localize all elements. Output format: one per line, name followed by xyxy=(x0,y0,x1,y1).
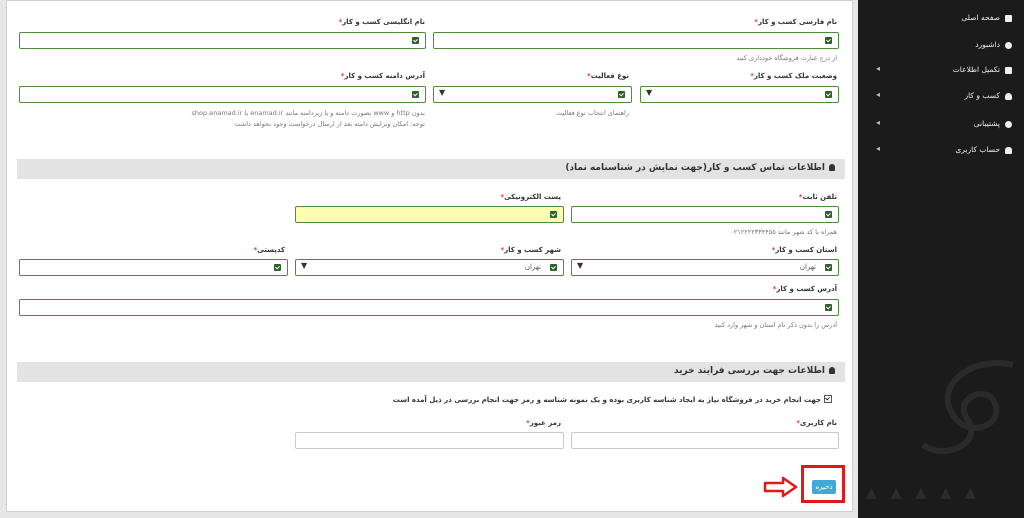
chevron-left-icon: ◂ xyxy=(876,144,881,153)
password-input[interactable] xyxy=(295,432,564,449)
dropdown-arrow-icon: ▼ xyxy=(439,88,446,97)
province-label: استان کسب و کار* xyxy=(771,246,837,254)
sidebar-item-support[interactable]: پشتیبانی ◂ xyxy=(858,114,1024,136)
postal-code-input[interactable] xyxy=(19,259,288,276)
arrow-right-icon xyxy=(763,476,798,498)
phone-help: همراه با کد شهر مانند ۰۲۱۲۲۲۲۳۳۴۴۵۵ xyxy=(730,228,837,236)
valid-check-icon xyxy=(412,91,419,98)
valid-check-icon xyxy=(825,304,832,311)
address-help: آدرس را بدون ذکر نام استان و شهر وارد کن… xyxy=(714,321,837,329)
valid-check-icon xyxy=(550,264,557,271)
chevron-left-icon: ◂ xyxy=(876,64,881,73)
email-input[interactable] xyxy=(295,206,564,223)
email-label: پست الکترونیکی* xyxy=(500,193,561,201)
ownership-label: وضعیت ملک کسب و کار* xyxy=(750,72,837,80)
persian-name-label: نام فارسی کسب و کار* xyxy=(754,18,837,26)
user-icon xyxy=(829,367,835,374)
valid-check-icon xyxy=(825,91,832,98)
user-icon xyxy=(829,164,835,171)
valid-check-icon xyxy=(412,37,419,44)
save-button[interactable]: ذخیره xyxy=(812,480,836,494)
valid-check-icon xyxy=(825,211,832,218)
sidebar-item-label: پشتیبانی xyxy=(973,119,1000,128)
ownership-select[interactable]: ▼ xyxy=(640,86,839,103)
phone-input[interactable] xyxy=(571,206,839,223)
valid-check-icon xyxy=(550,211,557,218)
valid-check-icon xyxy=(274,264,281,271)
domain-help: بدون http و www بصورت دامنه و یا زیردامن… xyxy=(191,109,425,117)
save-highlight-box: ذخیره xyxy=(801,465,845,503)
activity-label: نوع فعالیت* xyxy=(587,72,629,80)
valid-check-icon xyxy=(825,37,832,44)
password-label: رمز عبور* xyxy=(526,419,561,427)
address-input[interactable] xyxy=(19,299,839,316)
persian-name-input[interactable] xyxy=(433,32,839,49)
sidebar-item-label: صفحه اصلی xyxy=(961,13,1000,22)
sidebar-item-label: حساب کاربری xyxy=(955,145,1000,154)
contact-section-title: اطلاعات تماس کسب و کار(جهت نمایش در شناس… xyxy=(565,163,825,173)
support-icon xyxy=(1005,121,1012,128)
city-value: تهران xyxy=(524,263,541,271)
chevron-left-icon: ◂ xyxy=(876,118,881,127)
activity-help-link[interactable]: راهنمای انتخاب نوع فعالیت xyxy=(556,109,629,117)
sidebar-item-business[interactable]: کسب و کار ◂ xyxy=(858,86,1024,108)
domain-input[interactable] xyxy=(19,86,426,103)
username-input[interactable] xyxy=(571,432,839,449)
activity-select[interactable]: ▼ xyxy=(433,86,632,103)
decorative-arrows: ▲▲▲▲▲ xyxy=(866,485,990,501)
phone-label: تلفن ثابت* xyxy=(798,193,837,201)
postal-code-label: کدپستی* xyxy=(253,246,285,254)
city-label: شهر کسب و کار* xyxy=(500,246,561,254)
username-label: نام کاربری* xyxy=(796,419,837,427)
sidebar-item-label: تکمیل اطلاعات xyxy=(952,65,1000,74)
purchase-requirement-row[interactable]: جهت انجام خرید در فروشگاه نیاز به ایجاد … xyxy=(393,395,832,404)
main-panel: نام فارسی کسب و کار* از درج عبارت فروشگا… xyxy=(6,0,853,512)
valid-check-icon xyxy=(618,91,625,98)
sidebar-item-user-account[interactable]: حساب کاربری ◂ xyxy=(858,140,1024,162)
sidebar-item-home[interactable]: صفحه اصلی xyxy=(858,8,1024,30)
valid-check-icon xyxy=(825,264,832,271)
home-icon xyxy=(1005,15,1012,22)
english-name-label: نام انگلیسی کسب و کار* xyxy=(338,18,425,26)
sidebar: صفحه اصلی داشبورد تکمیل اطلاعات ◂ کسب و … xyxy=(858,0,1024,518)
purchase-section-title: اطلاعات جهت بررسی فرایند خرید xyxy=(673,366,825,376)
purchase-section-header: اطلاعات جهت بررسی فرایند خرید xyxy=(17,362,845,382)
sidebar-item-label: داشبورد xyxy=(975,40,1000,49)
user-icon xyxy=(1005,147,1012,154)
dropdown-arrow-icon: ▼ xyxy=(646,88,653,97)
dashboard-icon xyxy=(1005,42,1012,49)
sidebar-item-complete-info[interactable]: تکمیل اطلاعات ◂ xyxy=(858,60,1024,82)
sidebar-item-label: کسب و کار xyxy=(964,91,1001,100)
address-label: آدرس کسب و کار* xyxy=(772,285,837,293)
persian-name-help: از درج عبارت فروشگاه خودداری کنید xyxy=(736,54,837,62)
logo-watermark-icon xyxy=(921,360,1014,454)
contact-section-header: اطلاعات تماس کسب و کار(جهت نمایش در شناس… xyxy=(17,159,845,179)
dropdown-arrow-icon: ▼ xyxy=(301,261,308,270)
province-value: تهران xyxy=(799,263,816,271)
domain-label: آدرس دامنه کسب و کار* xyxy=(340,72,425,80)
cloud-icon xyxy=(1005,93,1012,100)
purchase-checkbox-label: جهت انجام خرید در فروشگاه نیاز به ایجاد … xyxy=(392,396,821,404)
chevron-left-icon: ◂ xyxy=(876,90,881,99)
city-select[interactable]: ▼ تهران xyxy=(295,259,564,276)
form-icon xyxy=(1005,67,1012,74)
purchase-checkbox[interactable] xyxy=(824,395,832,403)
dropdown-arrow-icon: ▼ xyxy=(577,261,584,270)
province-select[interactable]: ▼ تهران xyxy=(571,259,839,276)
domain-note: توجه: امکان ویرایش دامنه بعد از ارسال در… xyxy=(234,120,425,128)
english-name-input[interactable] xyxy=(19,32,426,49)
sidebar-item-dashboard[interactable]: داشبورد xyxy=(858,35,1024,57)
